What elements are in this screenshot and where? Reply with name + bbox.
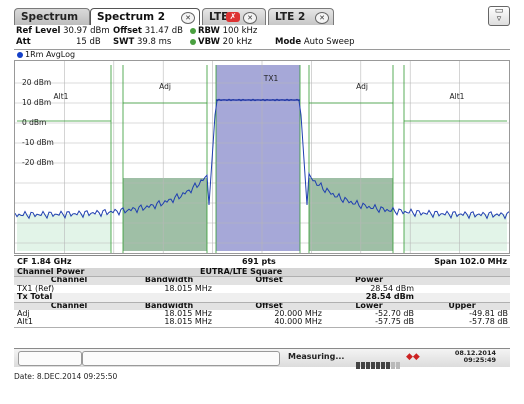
measuring-status: Measuring... xyxy=(288,352,345,361)
channel-label-adj-upper: Adj xyxy=(356,82,368,91)
y-tick-label: 20 dBm xyxy=(22,78,52,87)
alt-channel: Alt1 xyxy=(17,317,33,327)
progress-segment xyxy=(366,362,370,369)
signal-icon: ◆◆ xyxy=(406,352,420,362)
tab-spectrum[interactable]: Spectrum xyxy=(14,8,90,25)
divider xyxy=(14,301,510,303)
table-row: TX1 (Ref) 18.015 MHz 28.54 dBm xyxy=(14,283,510,293)
tab-bar: Spectrum Spectrum 2 ✕ LTE ✗ ✕ LTE 2 ✕ xyxy=(14,8,510,26)
progress-segment xyxy=(356,362,360,369)
progress-segment xyxy=(386,362,390,369)
vbw-label: VBW xyxy=(198,37,220,47)
tab-lte[interactable]: LTE ✗ ✕ xyxy=(202,8,266,25)
spectrum-plot[interactable]: 20 dBm 10 dBm 0 dBm -10 dBm -20 dBm Alt1… xyxy=(14,60,510,254)
status-bar: Measuring... ◆◆ 08.12.2014 09:25:49 xyxy=(14,348,510,369)
y-tick-label: 0 dBm xyxy=(22,118,47,127)
alt-bandwidth: 18.015 MHz xyxy=(164,317,212,327)
att-value[interactable]: 15 dB xyxy=(76,37,101,48)
overview-icon: ▭ ▿ xyxy=(494,6,504,24)
sweep-points: 691 pts xyxy=(242,257,276,266)
tab-lte-2[interactable]: LTE 2 ✕ xyxy=(268,8,334,25)
progress-segment xyxy=(381,362,385,369)
tx-total-label: Tx Total xyxy=(17,292,53,302)
trace-label[interactable]: 1Rm AvgLog xyxy=(25,50,75,59)
span-value[interactable]: Span 102.0 MHz xyxy=(434,256,507,267)
frequency-axis-bar: CF 1.84 GHz 691 pts Span 102.0 MHz xyxy=(14,255,510,267)
trace-label-bar: 1Rm AvgLog xyxy=(14,49,510,60)
vbw-value[interactable]: 20 kHz xyxy=(223,37,252,47)
progress-segment xyxy=(396,362,400,369)
rbw-label: RBW xyxy=(198,26,220,36)
rbw-value[interactable]: 100 kHz xyxy=(223,26,258,36)
close-icon[interactable]: ✕ xyxy=(181,12,195,24)
status-datetime: 08.12.2014 09:25:49 xyxy=(434,350,496,364)
table-row: Adj 18.015 MHz 20.000 MHz -52.70 dB -49.… xyxy=(14,309,510,318)
att-label: Att xyxy=(16,37,31,47)
y-tick-label: -20 dBm xyxy=(22,158,54,167)
tab-label: Spectrum 2 xyxy=(97,11,165,23)
y-tick-label: -10 dBm xyxy=(22,138,54,147)
tx-bandwidth: 18.015 MHz xyxy=(164,283,212,293)
column-header: Offset xyxy=(255,275,283,285)
close-icon[interactable]: ✕ xyxy=(315,12,329,24)
column-header: Channel xyxy=(50,300,88,310)
coupled-icon xyxy=(190,38,196,45)
table-row: Alt1 18.015 MHz 40.000 MHz -57.75 dB -57… xyxy=(14,317,510,327)
offset-label: Offset xyxy=(113,26,142,36)
measurement-settings: Ref Level 30.97 dBm Offset 31.47 dB RBW … xyxy=(14,26,510,48)
channel-label-alt1-lower: Alt1 xyxy=(53,92,69,101)
channel-bar-alt1-lower xyxy=(17,214,111,251)
channel-label-alt1-upper: Alt1 xyxy=(449,92,465,101)
mode-label: Mode xyxy=(275,37,302,47)
progress-segment xyxy=(376,362,380,369)
close-icon[interactable]: ✕ xyxy=(243,12,257,24)
status-time: 09:25:49 xyxy=(463,356,496,364)
table-header: Channel Bandwidth Offset Lower Upper xyxy=(14,300,510,310)
center-frequency[interactable]: CF 1.84 GHz xyxy=(17,256,72,267)
channel-bar-adj-upper xyxy=(309,178,393,251)
footer-date: Date: 8.DEC.2014 09:25:50 xyxy=(14,372,118,381)
ref-level-value[interactable]: 30.97 dBm xyxy=(63,26,110,36)
channel-label-tx1: TX1 xyxy=(263,74,279,83)
status-field-2[interactable] xyxy=(82,351,280,366)
ref-level-label: Ref Level xyxy=(16,26,61,36)
swt-label: SWT xyxy=(113,37,135,47)
offset-value[interactable]: 31.47 dB xyxy=(145,26,183,36)
mode-value[interactable]: Auto Sweep xyxy=(304,37,355,47)
channel-label-adj-lower: Adj xyxy=(159,82,171,91)
coupled-icon xyxy=(190,27,196,34)
alt-upper: -57.78 dB xyxy=(469,317,508,327)
error-icon: ✗ xyxy=(226,12,240,22)
alt-offset: 40.000 MHz xyxy=(274,317,322,327)
status-field-1[interactable] xyxy=(18,351,82,366)
overview-button[interactable]: ▭ ▿ xyxy=(488,6,510,26)
divider xyxy=(14,276,510,278)
alt-lower: -57.75 dB xyxy=(375,317,414,327)
tab-label: Spectrum xyxy=(21,11,79,23)
progress-segment xyxy=(391,362,395,369)
progress-segment xyxy=(371,362,375,369)
spectrum-svg xyxy=(15,61,509,253)
swt-value[interactable]: 39.8 ms xyxy=(137,37,171,47)
tab-label: LTE 2 xyxy=(275,11,306,23)
trace-1-icon xyxy=(17,51,23,58)
channel-power-table: Channel Power EUTRA/LTE Square Channel B… xyxy=(14,267,510,346)
channel-bar-alt1-upper xyxy=(404,214,507,251)
divider xyxy=(14,326,510,328)
progress-segment xyxy=(361,362,365,369)
table-header: Channel Bandwidth Offset Power xyxy=(14,275,510,285)
tab-spectrum-2[interactable]: Spectrum 2 ✕ xyxy=(90,8,200,25)
sweep-progress-bar xyxy=(356,354,401,369)
channel-bar-adj-lower xyxy=(123,178,207,251)
